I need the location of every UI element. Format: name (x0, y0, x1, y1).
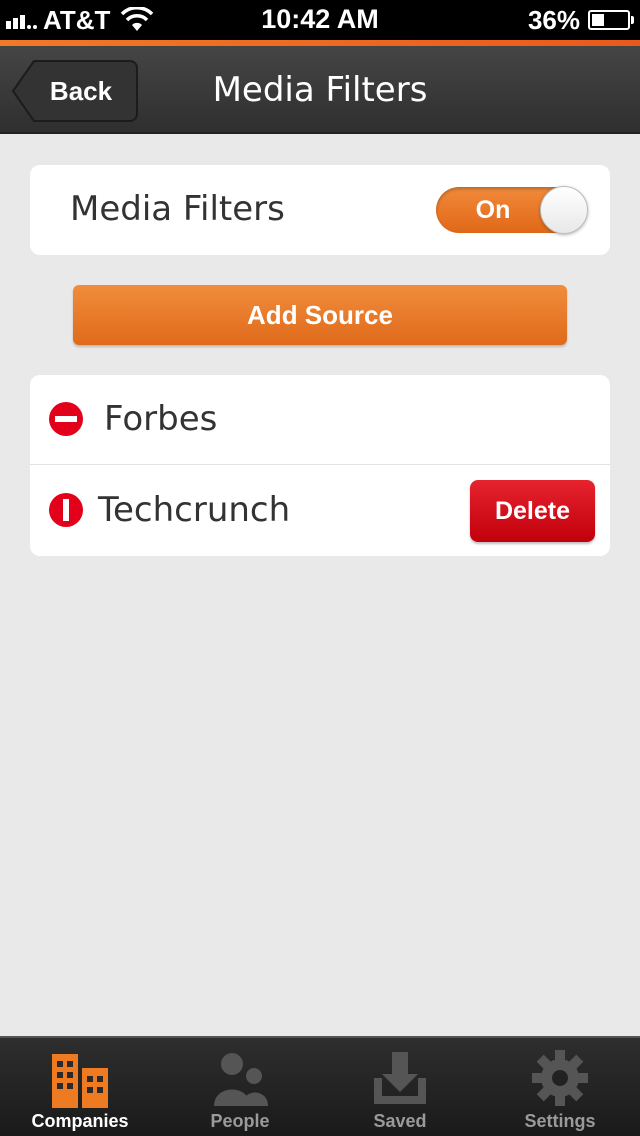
gear-icon (532, 1050, 588, 1106)
download-tray-icon (374, 1052, 426, 1104)
list-item[interactable]: Techcrunch Delete (30, 466, 610, 556)
sources-list: Forbes Techcrunch Delete (30, 375, 610, 556)
navigation-bar: Back Media Filters (0, 46, 640, 134)
tab-label: Saved (373, 1111, 427, 1131)
battery-icon (588, 10, 634, 30)
tab-label: People (210, 1111, 270, 1131)
media-filters-label: Media Filters (70, 189, 285, 229)
source-name: Forbes (104, 399, 218, 439)
tab-people[interactable]: People (160, 1038, 320, 1136)
tab-bar: Companies People Saved Settings (0, 1036, 640, 1136)
add-source-button[interactable]: Add Source (73, 285, 567, 345)
remove-confirm-icon[interactable] (49, 493, 83, 527)
toggle-knob (540, 186, 588, 234)
battery-percent: 36% (527, 4, 580, 35)
tab-settings[interactable]: Settings (480, 1038, 640, 1136)
people-icon (214, 1053, 268, 1106)
tab-saved[interactable]: Saved (320, 1038, 480, 1136)
media-filters-toggle[interactable]: On (436, 186, 588, 234)
tab-label: Companies (31, 1111, 129, 1131)
status-right: 36% (527, 4, 634, 35)
list-item[interactable]: Forbes (30, 375, 610, 465)
tab-label: Settings (524, 1111, 596, 1131)
source-name: Techcrunch (98, 490, 291, 530)
delete-button[interactable]: Delete (470, 480, 595, 542)
buildings-icon (52, 1054, 108, 1108)
remove-icon[interactable] (49, 402, 83, 436)
media-filters-card: Media Filters On (30, 165, 610, 255)
toggle-state-label: On (475, 196, 511, 224)
page-title: Media Filters (212, 70, 428, 110)
status-bar: AT&T 10:42 AM 36% (0, 0, 640, 40)
tab-companies[interactable]: Companies (0, 1038, 160, 1136)
